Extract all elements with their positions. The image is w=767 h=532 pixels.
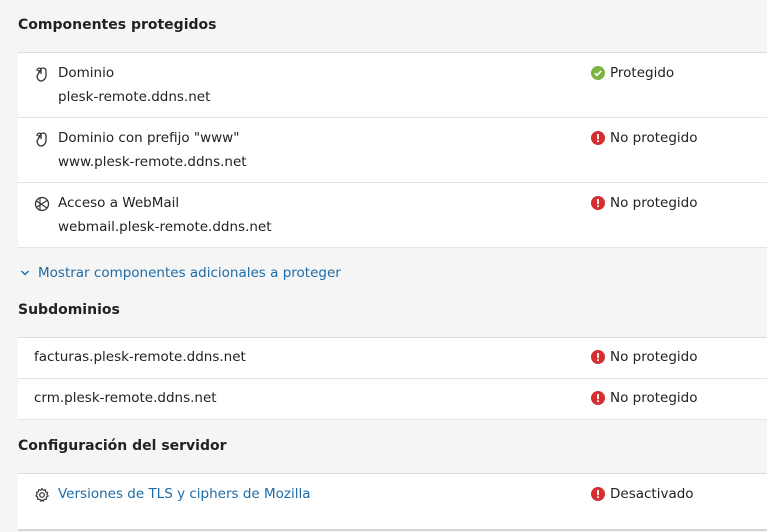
- component-domain: webmail.plesk-remote.ddns.net: [58, 219, 272, 235]
- subdomains-heading: Subdominios: [18, 302, 120, 318]
- status-text: No protegido: [610, 195, 698, 211]
- status-text: No protegido: [610, 130, 698, 146]
- subdomains-panel: facturas.plesk-remote.ddns.net No proteg…: [18, 337, 767, 420]
- status-badge: No protegido: [591, 130, 697, 146]
- status-badge: No protegido: [591, 390, 697, 406]
- subdomain-row: crm.plesk-remote.ddns.net No protegido: [18, 379, 767, 420]
- check-circle-icon: [591, 66, 605, 80]
- error-circle-icon: [591, 391, 605, 405]
- gear-icon: [35, 487, 49, 502]
- error-circle-icon: [591, 131, 605, 145]
- component-row-www: Dominio con prefijo "www" www.plesk-remo…: [18, 118, 767, 183]
- component-row-webmail: Acceso a WebMail webmail.plesk-remote.dd…: [18, 183, 767, 248]
- status-badge: No protegido: [591, 195, 697, 211]
- status-text: No protegido: [610, 390, 698, 406]
- domain-icon: [36, 67, 47, 82]
- domain-icon: [36, 132, 47, 147]
- chevron-down-icon: [21, 270, 29, 276]
- server-config-row: Versiones de TLS y ciphers de Mozilla De…: [18, 474, 767, 531]
- component-name: Dominio: [58, 65, 115, 81]
- status-badge: Desactivado: [591, 486, 694, 502]
- show-more-components-link[interactable]: Mostrar componentes adicionales a proteg…: [20, 265, 341, 281]
- error-circle-icon: [591, 487, 605, 501]
- status-text: No protegido: [610, 349, 698, 365]
- component-name: Dominio con prefijo "www": [58, 130, 240, 146]
- server-config-heading: Configuración del servidor: [18, 438, 227, 454]
- protected-components-panel: Dominio plesk-remote.ddns.net Protegido …: [18, 52, 767, 248]
- server-config-panel: Versiones de TLS y ciphers de Mozilla De…: [18, 473, 767, 531]
- subdomain-name: facturas.plesk-remote.ddns.net: [34, 349, 246, 365]
- webmail-icon: [34, 196, 50, 212]
- status-text: Protegido: [610, 65, 675, 81]
- tls-ciphers-link[interactable]: Versiones de TLS y ciphers de Mozilla: [58, 486, 311, 502]
- component-domain: www.plesk-remote.ddns.net: [58, 154, 247, 170]
- error-circle-icon: [591, 350, 605, 364]
- component-name: Acceso a WebMail: [58, 195, 180, 211]
- component-row-domain: Dominio plesk-remote.ddns.net Protegido: [18, 53, 767, 118]
- status-badge: No protegido: [591, 349, 697, 365]
- show-more-label: Mostrar componentes adicionales a proteg…: [38, 265, 341, 281]
- subdomain-name: crm.plesk-remote.ddns.net: [34, 390, 217, 406]
- component-domain: plesk-remote.ddns.net: [58, 89, 211, 105]
- status-badge: Protegido: [591, 65, 674, 81]
- status-text: Desactivado: [610, 486, 694, 502]
- subdomain-row: facturas.plesk-remote.ddns.net No proteg…: [18, 338, 767, 379]
- protected-components-heading: Componentes protegidos: [18, 17, 217, 33]
- error-circle-icon: [591, 196, 605, 210]
